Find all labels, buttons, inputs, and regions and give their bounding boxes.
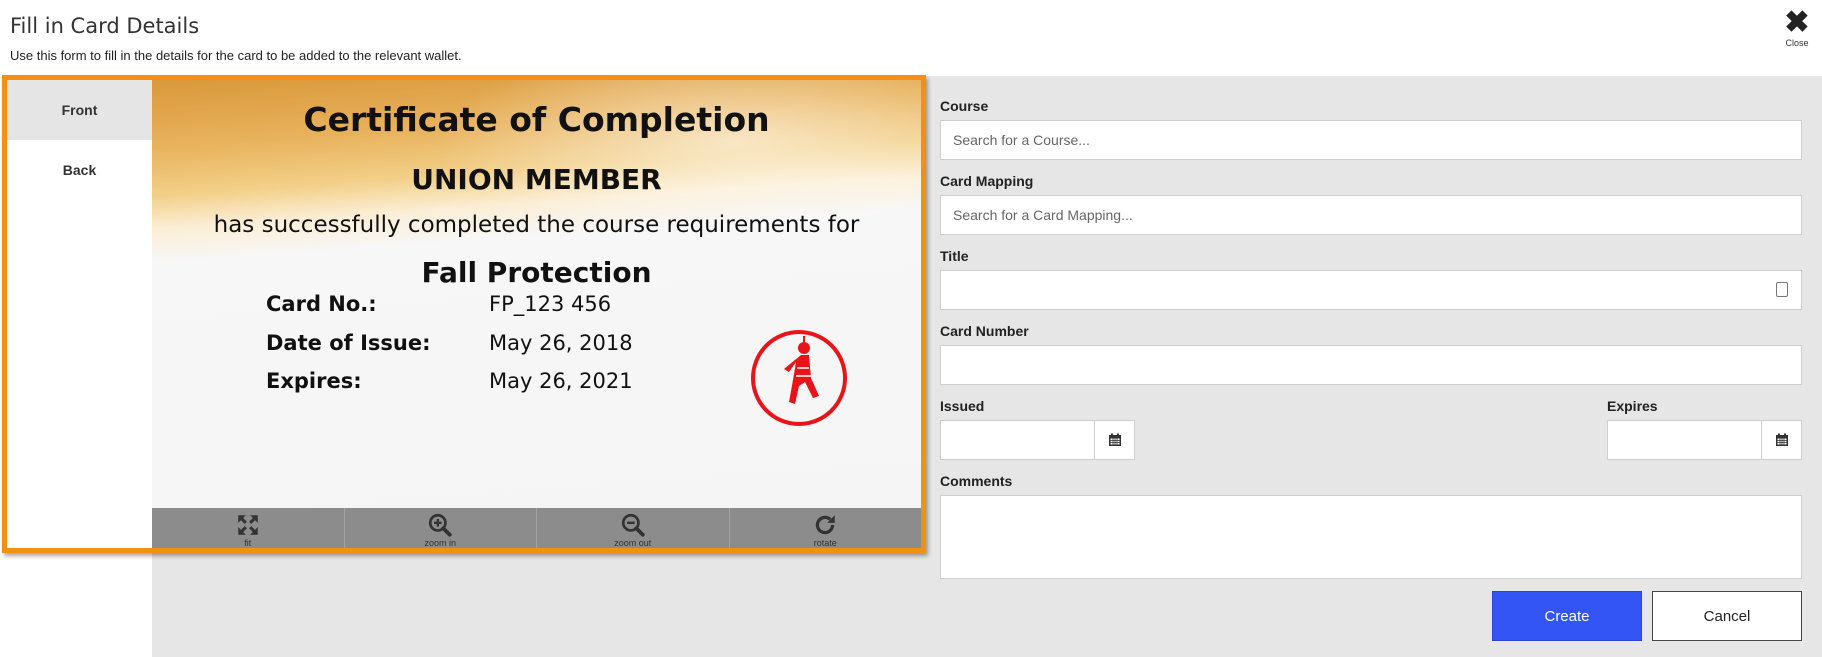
page-subtitle: Use this form to fill in the details for… [10, 48, 462, 63]
title-label: Title [940, 248, 969, 264]
side-tabs: Front Back [7, 80, 152, 548]
issued-label: Issued [940, 398, 985, 414]
course-search-input[interactable] [940, 120, 1802, 160]
title-field-wrapper [940, 270, 1802, 310]
card-course: Fall Protection [421, 256, 652, 289]
fit-button[interactable]: fit [152, 508, 345, 548]
close-icon: ✖ [1784, 6, 1810, 39]
expires-date-picker [1607, 420, 1802, 460]
page-title: Fill in Card Details [10, 14, 200, 38]
card-mapping-search-input[interactable] [940, 195, 1802, 235]
card-mapping-label: Card Mapping [940, 173, 1034, 189]
create-button[interactable]: Create [1492, 591, 1642, 641]
expires-value: May 26, 2021 [489, 369, 633, 393]
calendar-icon [1108, 433, 1121, 446]
issued-date-input[interactable] [940, 420, 1095, 460]
card-viewer: Front Back Certificate of Completion UNI… [2, 75, 926, 553]
zoom-in-label: zoom in [424, 538, 456, 548]
card-statement: has successfully completed the course re… [213, 212, 860, 238]
date-of-issue-value: May 26, 2018 [489, 331, 633, 355]
issued-calendar-button[interactable] [1095, 420, 1135, 460]
issued-date-picker [940, 420, 1135, 460]
zoom-out-icon [621, 513, 645, 537]
rotate-button[interactable]: rotate [730, 508, 922, 548]
viewer-toolbar: fit zoom in zoom out rotate [152, 508, 921, 548]
rotate-label: rotate [813, 538, 837, 548]
calendar-icon [1775, 433, 1788, 446]
fall-protection-worker-icon [751, 330, 847, 426]
expires-calendar-button[interactable] [1762, 420, 1802, 460]
card-number-label: Card No.: [266, 292, 377, 316]
title-field-icon [1776, 282, 1788, 297]
header: Fill in Card Details Use this form to fi… [0, 0, 1822, 76]
close-label: Close [1785, 38, 1809, 48]
comments-textarea[interactable] [940, 495, 1802, 579]
zoom-in-icon [429, 513, 452, 537]
card-recipient-name: UNION MEMBER [411, 163, 662, 196]
fit-label: fit [244, 538, 252, 548]
card-heading: Certificate of Completion [303, 100, 770, 139]
card-number-input[interactable] [940, 345, 1802, 385]
expires-date-input[interactable] [1607, 420, 1762, 460]
comments-label: Comments [940, 473, 1013, 489]
card-number-value: FP_123 456 [489, 292, 612, 316]
expand-icon [238, 515, 258, 535]
card-number-label: Card Number [940, 323, 1029, 339]
expires-field-label: Expires [1607, 398, 1658, 414]
cancel-button[interactable]: Cancel [1652, 591, 1802, 641]
expires-label: Expires: [266, 369, 362, 393]
zoom-out-button[interactable]: zoom out [537, 508, 730, 548]
title-input[interactable] [940, 270, 1802, 310]
close-button[interactable]: ✖ Close [1772, 8, 1822, 50]
tab-back[interactable]: Back [7, 140, 152, 200]
course-label: Course [940, 98, 989, 114]
zoom-in-button[interactable]: zoom in [345, 508, 537, 548]
date-of-issue-label: Date of Issue: [266, 331, 431, 355]
card-image: Certificate of Completion UNION MEMBER h… [152, 80, 921, 508]
zoom-out-label: zoom out [614, 538, 652, 548]
tab-front[interactable]: Front [7, 80, 152, 140]
rotate-icon [816, 515, 835, 535]
